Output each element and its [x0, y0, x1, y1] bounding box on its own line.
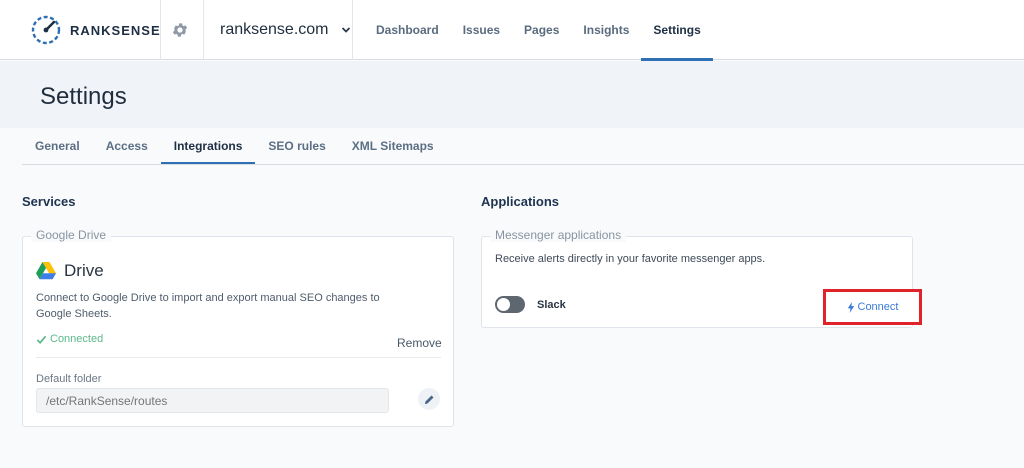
tab-general[interactable]: General	[22, 128, 93, 164]
nav-dashboard[interactable]: Dashboard	[364, 0, 451, 60]
connect-button[interactable]: Connect	[823, 289, 922, 325]
slack-toggle[interactable]	[495, 296, 525, 313]
divider	[352, 0, 353, 60]
connection-status: Connected	[36, 333, 103, 345]
google-drive-card: Google Drive Drive Connect to Google Dri…	[22, 228, 454, 427]
nav-insights[interactable]: Insights	[571, 0, 641, 60]
brand-name: RANKSENSE	[70, 22, 161, 38]
divider	[203, 0, 204, 60]
pencil-icon	[424, 394, 434, 404]
site-selector[interactable]: ranksense.com	[220, 18, 351, 42]
gear-icon[interactable]	[171, 21, 189, 39]
default-folder-label: Default folder	[36, 373, 102, 385]
connection-status-text: Connected	[50, 333, 104, 345]
tab-integrations[interactable]: Integrations	[160, 128, 256, 165]
brand-logo[interactable]: RANKSENSE	[30, 14, 161, 46]
drive-title: Drive	[64, 261, 104, 280]
services-heading: Services	[22, 194, 76, 209]
connect-label: Connect	[857, 301, 899, 313]
google-drive-icon	[36, 262, 56, 280]
nav-pages[interactable]: Pages	[512, 0, 571, 60]
top-navigation-bar: RANKSENSE ranksense.com Dashboard Issues…	[0, 0, 1024, 61]
divider	[36, 357, 441, 358]
slack-label: Slack	[537, 299, 566, 311]
messenger-description: Receive alerts directly in your favorite…	[495, 253, 766, 265]
chevron-down-icon	[341, 27, 350, 33]
main-nav: Dashboard Issues Pages Insights Settings	[364, 0, 714, 61]
edit-folder-button[interactable]	[418, 388, 440, 410]
divider	[160, 0, 161, 60]
tab-xml-sitemaps[interactable]: XML Sitemaps	[339, 128, 447, 164]
page-header: Settings	[0, 61, 1024, 128]
drive-header: Drive	[36, 261, 104, 281]
nav-issues[interactable]: Issues	[451, 0, 512, 60]
applications-heading: Applications	[481, 194, 560, 209]
lightning-bolt-icon	[847, 301, 854, 313]
default-folder-input[interactable]	[36, 388, 389, 413]
tabs-divider	[22, 164, 1024, 165]
tab-access[interactable]: Access	[93, 128, 161, 164]
toggle-knob	[497, 298, 510, 311]
messenger-legend: Messenger applications	[490, 228, 627, 242]
remove-button[interactable]: Remove	[397, 336, 442, 350]
site-selector-value: ranksense.com	[220, 21, 329, 38]
check-icon	[36, 335, 47, 344]
ranksense-logo-icon	[31, 15, 61, 45]
nav-settings[interactable]: Settings	[641, 0, 714, 61]
page-title: Settings	[40, 83, 127, 110]
google-drive-legend: Google Drive	[31, 228, 112, 242]
tab-seo-rules[interactable]: SEO rules	[255, 128, 338, 164]
settings-tabs: General Access Integrations SEO rules XM…	[22, 128, 447, 165]
drive-description: Connect to Google Drive to import and ex…	[36, 292, 380, 320]
